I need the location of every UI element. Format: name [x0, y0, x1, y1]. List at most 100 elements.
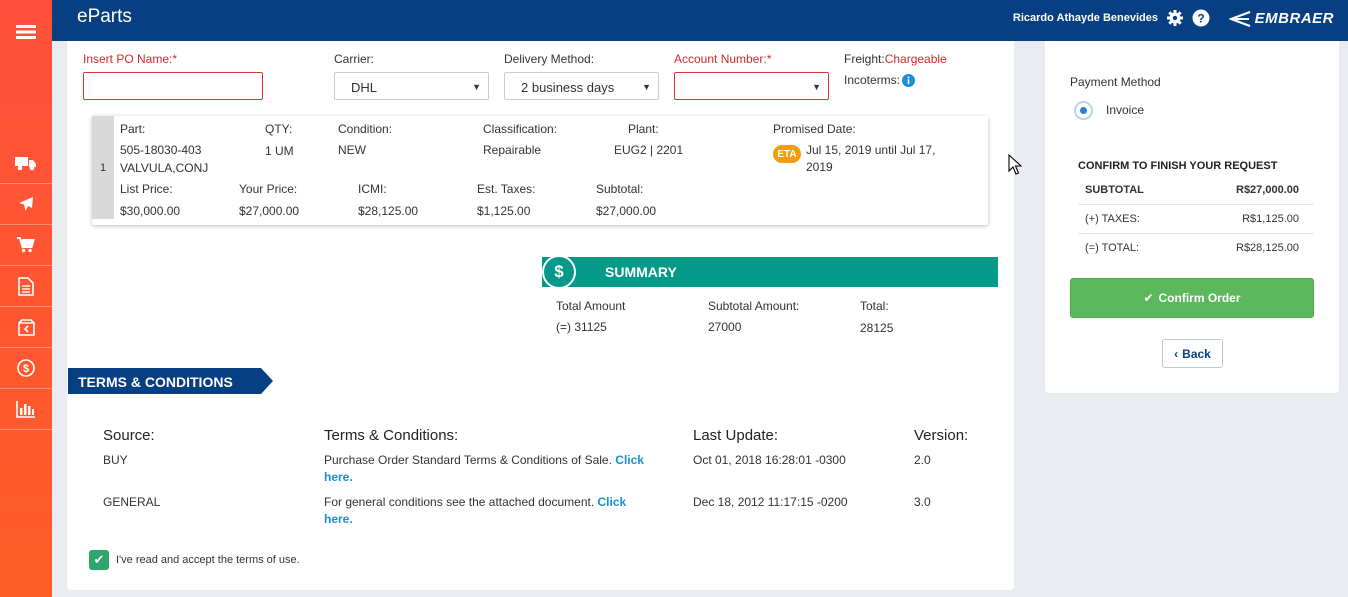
mouse-cursor-icon: [1008, 154, 1022, 175]
logo-text: EMBRAER: [1254, 10, 1334, 27]
account-number-select[interactable]: ▼: [674, 72, 829, 100]
terms-last-update: Oct 01, 2018 16:28:01 -0300: [693, 453, 846, 467]
icmi-value: $28,125.00: [358, 204, 419, 218]
dollar-icon: $: [542, 255, 576, 289]
list-price-value: $30,000.00: [120, 204, 181, 218]
accept-terms-checkbox[interactable]: ✔: [89, 550, 109, 570]
carrier-label: Carrier:: [334, 52, 375, 66]
terms-header-last-update: Last Update:: [693, 427, 779, 444]
subtotal-amount-label: Subtotal Amount:: [708, 299, 800, 313]
item-index: 1: [92, 116, 114, 219]
svg-text:$: $: [23, 363, 29, 375]
sidebar-item-finance[interactable]: $: [0, 348, 52, 389]
total-label: Total:: [860, 299, 889, 313]
promised-date-line1: Jul 15, 2019 until Jul 17,: [806, 143, 936, 157]
checkout-panel: Payment Method Invoice CONFIRM TO FINISH…: [1045, 41, 1339, 393]
sidebar: $: [0, 0, 52, 597]
confirm-title: CONFIRM TO FINISH YOUR REQUEST: [1078, 160, 1278, 172]
classification-label: Classification:: [483, 122, 558, 136]
sidebar-item-cart[interactable]: [0, 225, 52, 266]
freight-value: Chargeable: [884, 52, 947, 66]
terms-header-source: Source:: [103, 427, 155, 444]
airplane-icon: [19, 197, 33, 211]
return-box-icon: [17, 318, 35, 336]
subtotal-label: Subtotal:: [596, 182, 644, 196]
summary-row-taxes: (+) TAXES: R$1,125.00: [1078, 205, 1314, 234]
terms-link[interactable]: here.: [324, 512, 353, 526]
terms-version: 3.0: [914, 495, 931, 509]
classification-value: Repairable: [483, 143, 542, 157]
sidebar-item-shipping[interactable]: [0, 143, 52, 184]
terms-link[interactable]: Click: [598, 495, 627, 509]
embraer-logo: EMBRAER: [1228, 10, 1334, 27]
terms-link[interactable]: here.: [324, 470, 353, 484]
icmi-label: ICMI:: [358, 182, 387, 196]
bar-chart-icon: [16, 401, 35, 418]
app-brand[interactable]: eParts: [77, 6, 132, 28]
dollar-cycle-icon: $: [17, 359, 35, 377]
total-amount-label: Total Amount: [556, 299, 626, 313]
incoterms-label: Incoterms:: [844, 73, 916, 87]
delivery-method-select[interactable]: 2 business days ▼: [504, 72, 659, 100]
top-bar: eParts Ricardo Athayde Benevides ? EMBRA…: [52, 0, 1348, 41]
terms-text: For general conditions see the attached …: [324, 495, 627, 526]
terms-source: BUY: [103, 453, 128, 467]
document-icon: [18, 276, 34, 296]
info-icon[interactable]: [902, 73, 916, 87]
terms-last-update: Dec 18, 2012 11:17:15 -0200: [693, 495, 848, 509]
terms-link[interactable]: Click: [615, 453, 644, 467]
carrier-select[interactable]: DHL ▼: [334, 72, 489, 100]
order-form-card: Insert PO Name:* Carrier: DHL ▼ Delivery …: [67, 41, 1014, 590]
summary-title: SUMMARY: [605, 264, 677, 280]
part-number: 505-18030-403: [120, 143, 202, 157]
part-name: VALVULA,CONJ: [120, 161, 209, 175]
est-taxes-label: Est. Taxes:: [477, 182, 536, 196]
menu-button[interactable]: [0, 10, 52, 54]
user-name[interactable]: Ricardo Athayde Benevides: [1013, 12, 1158, 24]
sidebar-item-documents[interactable]: [0, 266, 52, 307]
gear-icon[interactable]: [1166, 9, 1184, 27]
qty-value: 1 UM: [265, 144, 294, 158]
total-amount-value: (=) 31125: [556, 320, 607, 334]
part-item-card: 1 Part: 505-18030-403 VALVULA,CONJ QTY: …: [92, 116, 988, 225]
sidebar-item-returns[interactable]: [0, 307, 52, 348]
terms-version: 2.0: [914, 453, 931, 467]
subtotal-amount: R$27,000.00: [1236, 184, 1299, 196]
terms-header-terms: Terms & Conditions:: [324, 427, 459, 444]
condition-label: Condition:: [338, 122, 393, 136]
est-taxes-value: $1,125.00: [477, 204, 531, 218]
confirm-order-button[interactable]: ✔ Confirm Order: [1070, 278, 1314, 318]
payment-method-label: Payment Method: [1070, 75, 1161, 89]
invoice-radio[interactable]: [1074, 101, 1093, 120]
subtotal-amount-value: 27000: [708, 320, 742, 334]
svg-text:?: ?: [1197, 12, 1204, 26]
total-value: 28125: [860, 321, 894, 335]
dropdown-arrow-icon: ▼: [642, 82, 651, 92]
plant-label: Plant:: [628, 122, 659, 136]
check-icon: ✔: [93, 552, 105, 567]
your-price-label: Your Price:: [239, 182, 298, 196]
part-label: Part:: [120, 122, 146, 136]
subtotal-key: SUBTOTAL: [1085, 184, 1144, 196]
help-icon[interactable]: ?: [1192, 9, 1210, 27]
cart-icon: [17, 237, 35, 253]
po-name-input[interactable]: [83, 72, 263, 100]
total-amount: R$28,125.00: [1236, 242, 1299, 254]
back-button[interactable]: ‹ Back: [1162, 339, 1223, 368]
dropdown-arrow-icon: ▼: [472, 82, 481, 92]
taxes-key: (+) TAXES:: [1085, 213, 1140, 225]
sidebar-item-reports[interactable]: [0, 389, 52, 430]
promised-date-line2: 2019: [806, 160, 833, 174]
terms-header-version: Version:: [914, 427, 969, 444]
list-price-label: List Price:: [120, 182, 173, 196]
account-number-label: Account Number:*: [674, 52, 772, 66]
back-label: Back: [1182, 346, 1211, 361]
sidebar-item-flights[interactable]: [0, 184, 52, 225]
summary-row-subtotal: SUBTOTAL R$27,000.00: [1078, 176, 1314, 205]
summary-row-total: (=) TOTAL: R$28,125.00: [1078, 234, 1314, 263]
terms-text: Purchase Order Standard Terms & Conditio…: [324, 453, 644, 484]
subtotal-value: $27,000.00: [596, 204, 657, 218]
invoice-label: Invoice: [1106, 103, 1145, 117]
your-price-value: $27,000.00: [239, 204, 300, 218]
check-icon: ✔: [1143, 291, 1154, 305]
